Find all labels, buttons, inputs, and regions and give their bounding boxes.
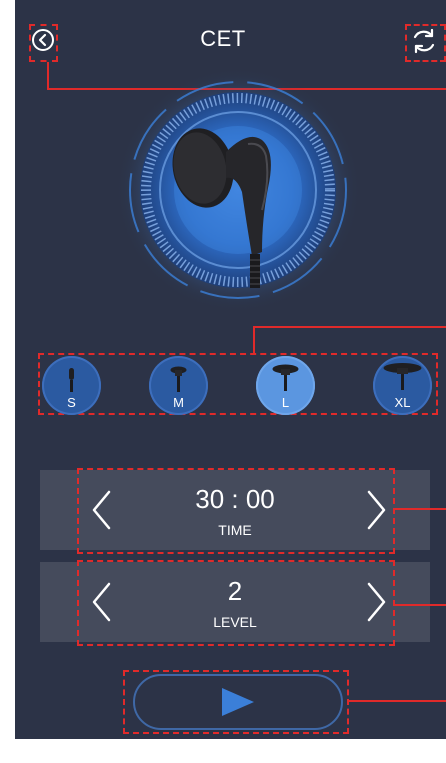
callout-line bbox=[395, 508, 446, 510]
size-button-s[interactable]: S bbox=[42, 356, 101, 415]
callout-line bbox=[253, 326, 446, 328]
level-control-highlight bbox=[77, 560, 395, 646]
size-button-m[interactable]: M bbox=[149, 356, 208, 415]
callout-line bbox=[253, 326, 255, 354]
device-display bbox=[116, 68, 360, 312]
callout-line bbox=[395, 604, 446, 606]
play-button-highlight bbox=[123, 670, 349, 734]
size-button-l[interactable]: L bbox=[256, 356, 315, 415]
size-selector: S M L XL bbox=[38, 356, 438, 415]
refresh-button-highlight bbox=[405, 24, 446, 62]
size-label: M bbox=[173, 395, 184, 410]
size-label: XL bbox=[394, 395, 411, 410]
callout-line bbox=[349, 700, 446, 702]
time-control-highlight bbox=[77, 468, 395, 554]
size-button-xl[interactable]: XL bbox=[373, 356, 432, 415]
size-label: L bbox=[281, 395, 290, 410]
page-title: CET bbox=[200, 26, 246, 51]
size-label: S bbox=[67, 395, 76, 410]
